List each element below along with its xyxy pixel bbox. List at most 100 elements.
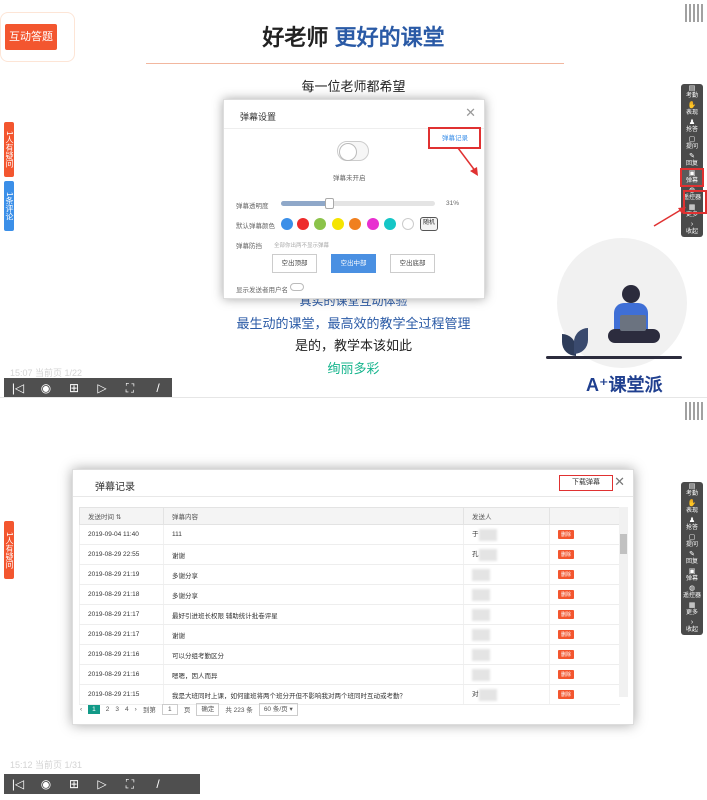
play-icon[interactable]: ▷ — [88, 774, 116, 794]
prev-page-icon[interactable]: ‹ — [80, 706, 82, 713]
fullscreen-icon[interactable]: ⛶ — [116, 774, 144, 794]
toolbar-item-chat[interactable]: ▢ 提问 — [681, 135, 703, 152]
fullscreen-icon[interactable]: ⛶ — [116, 378, 144, 398]
toolbar-item-person[interactable]: ♟ 抢答 — [681, 118, 703, 135]
toolbar-item-label: 遥控器 — [682, 593, 701, 599]
color-swatch[interactable] — [332, 218, 344, 230]
opacity-label: 弹幕透明度 — [236, 203, 269, 210]
next-page-icon[interactable]: › — [135, 706, 137, 713]
prev-icon[interactable]: |◁ — [4, 378, 32, 398]
table-row: 2019-08-29 21:16 嗯嗯，因人而异 删除 — [79, 664, 620, 685]
column-header-actions — [549, 507, 620, 525]
delete-button[interactable]: 删除 — [558, 530, 575, 539]
color-swatch[interactable] — [281, 218, 293, 230]
target-icon[interactable]: ◉ — [32, 378, 60, 398]
delete-button[interactable]: 删除 — [558, 610, 575, 619]
page-4[interactable]: 4 — [125, 706, 129, 713]
toolbar-item-more[interactable]: ▦ 更多 — [681, 601, 703, 618]
color-swatch[interactable] — [349, 218, 361, 230]
page-info: 15:12 当前页 1/31 — [10, 760, 83, 770]
delete-button[interactable]: 删除 — [558, 690, 575, 699]
delete-button[interactable]: 删除 — [558, 570, 575, 579]
page-1[interactable]: 1 — [88, 704, 100, 714]
barrage-icon: ▣ — [688, 170, 696, 177]
toolbar-item-check[interactable]: ▤ 考勤 — [681, 482, 703, 499]
prev-icon[interactable]: |◁ — [4, 774, 32, 794]
cell-sender — [463, 664, 550, 685]
question-side-tab[interactable]: 1人有疑问 — [4, 521, 14, 579]
show-sender-toggle[interactable] — [290, 283, 304, 291]
column-header-content: 弹幕内容 — [163, 507, 464, 525]
page-2[interactable]: 2 — [106, 706, 110, 713]
grid-icon[interactable]: ⊞ — [60, 378, 88, 398]
toolbar-item-hand[interactable]: ✋ 表现 — [681, 101, 703, 118]
toolbar-item-label: 提问 — [685, 542, 698, 548]
toolbar-item-pen[interactable]: ✎ 回复 — [681, 152, 703, 169]
page-title: 好老师 更好的课堂 — [0, 20, 707, 52]
color-swatch[interactable] — [402, 218, 414, 230]
barrage-status: 弹幕未开启 — [333, 175, 366, 182]
play-icon[interactable]: ▷ — [88, 378, 116, 398]
show-sender-label: 显示发送者用户名 — [236, 287, 288, 294]
close-icon[interactable]: ✕ — [465, 105, 476, 121]
random-color-button[interactable]: 随机 — [420, 217, 438, 231]
toolbar-item-pen[interactable]: ✎ 回复 — [681, 550, 703, 567]
goto-page-input[interactable]: 1 — [161, 703, 178, 715]
toolbar-item-check[interactable]: ▤ 考勤 — [681, 84, 703, 101]
target-icon[interactable]: ◉ — [32, 774, 60, 794]
right-toolbar-bottom: ▤ 考勤 ✋ 表现 ♟ 抢答 ▢ 提问 ✎ 回复 ▣ 弹幕 ◍ 遥控器 ▦ 更多 › 收起 — [681, 482, 703, 635]
cell-actions: 删除 — [549, 584, 620, 605]
delete-button[interactable]: 删除 — [558, 630, 575, 639]
grid-icon[interactable]: ⊞ — [60, 774, 88, 794]
toolbar-item-hand[interactable]: ✋ 表现 — [681, 499, 703, 516]
color-swatch[interactable] — [297, 218, 309, 230]
delete-button[interactable]: 删除 — [558, 590, 575, 599]
toolbar-item-label: 考勤 — [685, 491, 698, 497]
position-bottom-button[interactable]: 空出底部 — [390, 254, 435, 273]
column-header-time[interactable]: 发送时间 ⇅ — [79, 507, 164, 525]
goto-confirm-button[interactable]: 确定 — [196, 702, 220, 716]
barrage-toggle[interactable] — [337, 141, 369, 161]
qr-code-icon[interactable] — [685, 402, 703, 420]
toolbar-item-chat[interactable]: ▢ 提问 — [681, 533, 703, 550]
hand-icon: ✋ — [687, 102, 697, 109]
toolbar-item-person[interactable]: ♟ 抢答 — [681, 516, 703, 533]
pen-icon[interactable]: / — [144, 378, 172, 398]
pen-icon[interactable]: / — [144, 774, 172, 794]
pagination: ‹ 1 2 3 4 › 到第 1 页 确定 共 223 条 60 条/页 ▾ — [80, 702, 304, 716]
toolbar-item-barrage[interactable]: ▣ 弹幕 — [681, 567, 703, 584]
color-swatch[interactable] — [367, 218, 379, 230]
toolbar-item-collapse[interactable]: › 收起 — [681, 618, 703, 635]
title-underline — [146, 63, 564, 64]
delete-button[interactable]: 删除 — [558, 670, 575, 679]
color-swatch[interactable] — [384, 218, 396, 230]
close-icon[interactable]: ✕ — [614, 474, 625, 490]
toolbar-item-remote[interactable]: ◍ 遥控器 — [681, 584, 703, 601]
pen-icon: ✎ — [689, 153, 695, 160]
color-swatch[interactable] — [314, 218, 326, 230]
total-count: 共 223 条 — [225, 707, 253, 714]
delete-button[interactable]: 删除 — [558, 650, 575, 659]
download-barrage-button[interactable]: 下载弹幕 — [559, 475, 613, 491]
position-middle-button[interactable]: 空出中部 — [331, 254, 376, 273]
delete-button[interactable]: 删除 — [558, 550, 575, 559]
position-top-button[interactable]: 空出顶部 — [272, 254, 317, 273]
cell-sender: 于 — [463, 524, 550, 545]
sender-avatar-blur — [478, 548, 497, 561]
toolbar-item-label: 收起 — [685, 229, 698, 235]
sort-icon[interactable]: ⇅ — [116, 514, 121, 521]
barrage-record-link[interactable]: 弹幕记录 — [442, 132, 468, 142]
page-3[interactable]: 3 — [115, 706, 119, 713]
opacity-slider-handle[interactable] — [324, 198, 334, 209]
scrollbar-thumb[interactable] — [620, 534, 627, 554]
table-row: 2019-08-29 21:18 多谢分享 删除 — [79, 584, 620, 605]
toolbar-item-barrage[interactable]: ▣ 弹幕 — [680, 168, 704, 187]
opacity-slider[interactable] — [281, 198, 435, 209]
cell-content: 多谢分享 — [163, 564, 464, 585]
annotation-arrow-record — [457, 147, 478, 176]
question-side-tab[interactable]: 1人有疑问 — [4, 122, 14, 177]
table-scrollbar[interactable] — [619, 507, 628, 697]
opacity-value: 31% — [446, 200, 460, 207]
per-page-select[interactable]: 60 条/页 ▾ — [258, 702, 298, 716]
comment-side-tab[interactable]: 1条评论 — [4, 181, 14, 231]
